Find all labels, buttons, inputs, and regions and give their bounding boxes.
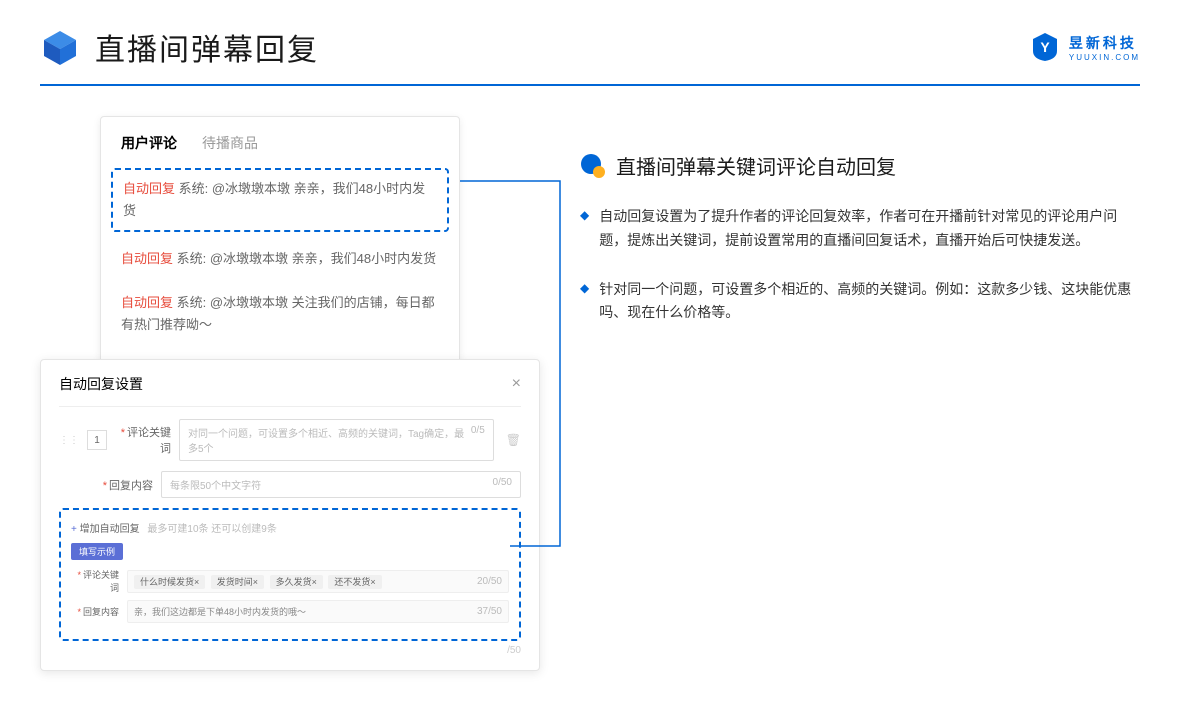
comment-item-highlighted: 自动回复 系统: @冰墩墩本墩 亲亲，我们48小时内发货 — [111, 168, 449, 232]
section-head: 直播间弹幕关键词评论自动回复 — [580, 151, 1140, 180]
example-kw-label: *评论关键词 — [71, 568, 119, 594]
comment-panel: 用户评论 待播商品 自动回复 系统: @冰墩墩本墩 亲亲，我们48小时内发货 自… — [100, 116, 460, 369]
right-column: 直播间弹幕关键词评论自动回复 ◆ 自动回复设置为了提升作者的评论回复效率，作者可… — [580, 116, 1140, 671]
drag-handle-icon[interactable]: ⋮⋮ — [59, 435, 79, 446]
diamond-icon: ◆ — [580, 208, 589, 253]
bullet-item: ◆ 自动回复设置为了提升作者的评论回复效率，作者可在开播前针对常见的评论用户问题… — [580, 205, 1140, 253]
chat-bubble-icon — [580, 153, 606, 179]
example-keyword-row: *评论关键词 什么时候发货× 发货时间× 多久发货× 还不发货× 20/50 — [71, 568, 509, 594]
comment-item: 自动回复 系统: @冰墩墩本墩 亲亲，我们48小时内发货 — [121, 242, 439, 276]
brand-name-en: YUUXIN.COM — [1069, 53, 1140, 62]
row-number: 1 — [87, 430, 107, 450]
auto-reply-tag: 自动回复 — [123, 181, 175, 196]
example-content-input: 亲，我们这边都是下单48小时内发货的哦～ 37/50 — [127, 600, 509, 623]
example-block: + 增加自动回复 最多可建10条 还可以创建9条 填写示例 *评论关键词 什么时… — [59, 508, 521, 641]
cube-icon — [40, 27, 80, 67]
example-content-label: *回复内容 — [71, 605, 119, 618]
example-badge: 填写示例 — [71, 543, 123, 560]
tab-user-comments[interactable]: 用户评论 — [121, 133, 177, 153]
example-kw-tags: 什么时候发货× 发货时间× 多久发货× 还不发货× 20/50 — [127, 570, 509, 593]
comment-text: 系统: @冰墩墩本墩 亲亲，我们48小时内发货 — [177, 251, 437, 266]
content-label: *回复内容 — [97, 477, 153, 493]
page-title: 直播间弹幕回复 — [95, 25, 319, 69]
section-title: 直播间弹幕关键词评论自动回复 — [616, 151, 896, 180]
svg-text:Y: Y — [1040, 39, 1050, 55]
bullet-text: 自动回复设置为了提升作者的评论回复效率，作者可在开播前针对常见的评论用户问题，提… — [599, 205, 1140, 253]
bullet-text: 针对同一个问题，可设置多个相近的、高频的关键词。例如：这款多少钱、这块能优惠吗、… — [599, 278, 1140, 326]
brand: Y 昱新科技 YUUXIN.COM — [1029, 31, 1140, 63]
header-left: 直播间弹幕回复 — [40, 25, 319, 69]
keyword-row: ⋮⋮ 1 *评论关键词 对同一个问题，可设置多个相近、高频的关键词，Tag确定，… — [59, 419, 521, 461]
tag-pill[interactable]: 发货时间× — [211, 575, 264, 589]
keyword-label: *评论关键词 — [115, 424, 171, 456]
settings-title: 自动回复设置 — [59, 374, 143, 394]
tag-pill[interactable]: 还不发货× — [328, 575, 381, 589]
keyword-input[interactable]: 对同一个问题，可设置多个相近、高频的关键词，Tag确定，最多5个 0/5 — [179, 419, 494, 461]
connector-line — [460, 176, 570, 556]
auto-reply-tag: 自动回复 — [121, 251, 173, 266]
page-header: 直播间弹幕回复 Y 昱新科技 YUUXIN.COM — [0, 0, 1180, 69]
brand-name-cn: 昱新科技 — [1069, 33, 1140, 53]
bullet-item: ◆ 针对同一个问题，可设置多个相近的、高频的关键词。例如：这款多少钱、这块能优惠… — [580, 278, 1140, 326]
content-row: *回复内容 每条限50个中文字符 0/50 — [59, 471, 521, 498]
tag-pill[interactable]: 多久发货× — [270, 575, 323, 589]
tag-pill[interactable]: 什么时候发货× — [134, 575, 205, 589]
add-auto-reply-link[interactable]: + 增加自动回复 最多可建10条 还可以创建9条 — [71, 520, 509, 535]
left-column: 用户评论 待播商品 自动回复 系统: @冰墩墩本墩 亲亲，我们48小时内发货 自… — [40, 116, 540, 671]
tab-pending-goods[interactable]: 待播商品 — [202, 133, 258, 153]
example-content-row: *回复内容 亲，我们这边都是下单48小时内发货的哦～ 37/50 — [71, 600, 509, 623]
comment-tabs: 用户评论 待播商品 — [121, 133, 439, 153]
auto-reply-tag: 自动回复 — [121, 295, 173, 310]
comment-item: 自动回复 系统: @冰墩墩本墩 关注我们的店铺，每日都有热门推荐呦～ — [121, 286, 439, 342]
brand-logo-icon: Y — [1029, 31, 1061, 63]
diamond-icon: ◆ — [580, 281, 589, 326]
outer-count: /50 — [59, 645, 521, 656]
